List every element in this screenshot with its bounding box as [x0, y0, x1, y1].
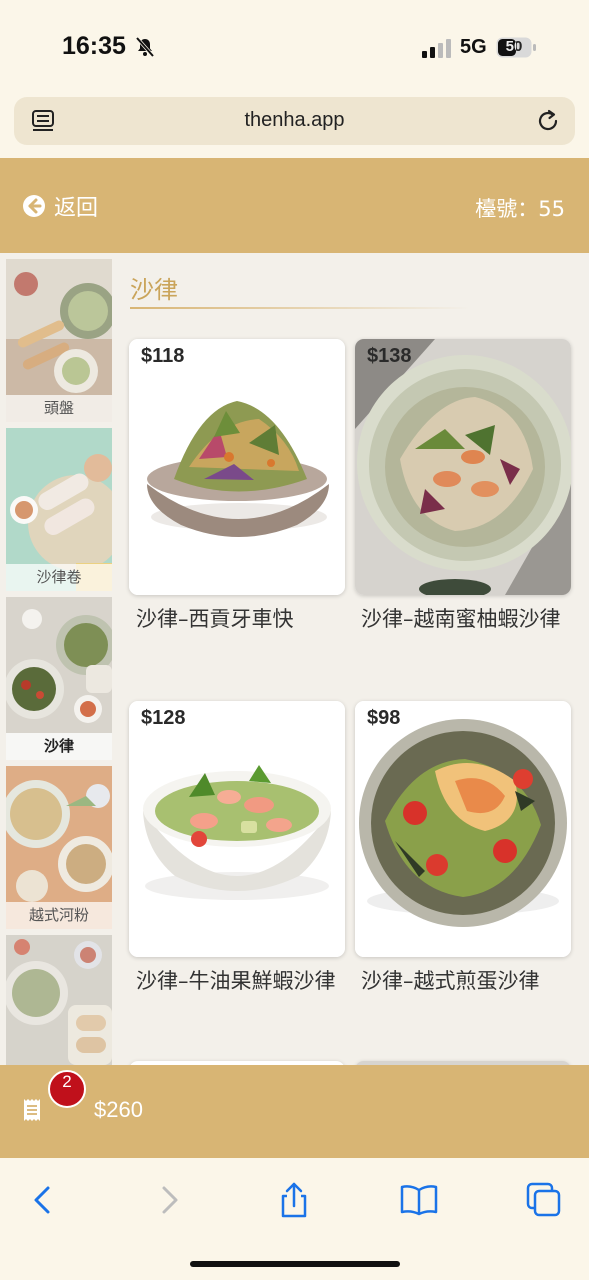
nav-back-icon[interactable]: [22, 1180, 62, 1220]
cart-count-badge: 2: [48, 1070, 86, 1108]
signal-icon: [422, 39, 451, 58]
dish-image: [355, 701, 571, 957]
category-image: [6, 935, 112, 1065]
menu-item-card[interactable]: $128: [129, 701, 345, 957]
menu-item-card[interactable]: $138: [355, 339, 571, 595]
tabs-icon[interactable]: [524, 1180, 564, 1220]
share-icon[interactable]: [274, 1180, 314, 1220]
category-label: 沙律卷: [6, 564, 112, 591]
section-divider: [130, 307, 470, 309]
app-header: 返回 檯號：55: [0, 158, 589, 253]
item-price: $118: [141, 345, 185, 367]
category-label: 頭盤: [6, 395, 112, 422]
item-name[interactable]: 沙律–越式煎蛋沙律: [361, 964, 561, 999]
network-type: 5G: [460, 36, 487, 58]
back-arrow-icon: [23, 195, 45, 217]
category-starters[interactable]: 頭盤: [6, 259, 112, 422]
item-name[interactable]: 沙律–牛油果鮮蝦沙律: [136, 964, 336, 999]
menu-item-card[interactable]: $118: [129, 339, 345, 595]
category-label: 越式河粉: [6, 902, 112, 929]
menu-content: 頭盤 沙律卷 沙律 越式河粉 沙律 $118 沙律–西貢牙車快 $138 沙律–…: [0, 253, 589, 1065]
nav-forward-icon[interactable]: [150, 1180, 190, 1220]
back-button[interactable]: 返回: [22, 191, 98, 221]
category-pho[interactable]: 越式河粉: [6, 766, 112, 929]
category-salad[interactable]: 沙律: [6, 597, 112, 760]
table-number: 檯號：55: [475, 197, 565, 221]
item-price: $98: [367, 707, 401, 729]
category-label: 沙律: [6, 733, 112, 760]
back-label: 返回: [54, 196, 99, 221]
address-bar[interactable]: thenha.app: [14, 97, 575, 145]
dish-image: [129, 701, 345, 957]
menu-item-card[interactable]: $98: [355, 701, 571, 957]
home-indicator: [190, 1261, 400, 1267]
item-name[interactable]: 沙律–西貢牙車快: [136, 602, 346, 637]
category-sidebar: 頭盤 沙律卷 沙律 越式河粉: [6, 259, 114, 1065]
dish-image: [129, 339, 345, 595]
status-time: 16:35: [62, 32, 126, 60]
section-title: 沙律: [130, 276, 178, 304]
status-bar: 16:35 5G 50: [0, 0, 589, 92]
cart-total: $260: [94, 1097, 143, 1122]
cart-bar[interactable]: 2 $260: [0, 1065, 589, 1158]
item-price: $138: [367, 345, 412, 367]
dish-image: [355, 339, 571, 595]
category-salad-rolls[interactable]: 沙律卷: [6, 428, 112, 591]
bell-slash-icon: [135, 36, 155, 58]
url-text[interactable]: thenha.app: [14, 109, 575, 132]
battery-icon: 50: [496, 37, 536, 58]
battery-level: 50: [505, 38, 523, 55]
reload-icon[interactable]: [535, 107, 561, 135]
receipt-icon[interactable]: [22, 1098, 42, 1122]
bookmarks-icon[interactable]: [399, 1180, 439, 1220]
item-price: $128: [141, 707, 186, 729]
item-name[interactable]: 沙律–越南蜜柚蝦沙律: [361, 602, 561, 637]
category-item[interactable]: [6, 935, 112, 1065]
